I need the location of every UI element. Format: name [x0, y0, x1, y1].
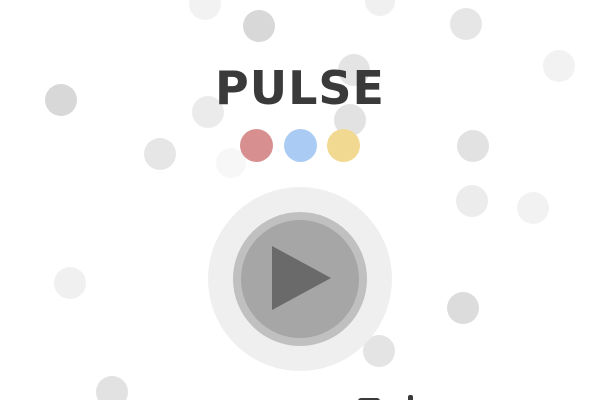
play-icon[interactable]	[270, 244, 332, 312]
game-title: PULSE	[215, 61, 385, 115]
color-option-red[interactable]	[240, 129, 273, 162]
background-dot	[189, 0, 221, 20]
background-dot	[447, 292, 479, 324]
background-dot	[517, 192, 549, 224]
color-option-blue[interactable]	[284, 129, 317, 162]
background-dot	[365, 0, 395, 16]
background-dot	[457, 130, 489, 162]
background-dot	[144, 138, 176, 170]
background-dot	[96, 376, 128, 400]
play-icon-triangle[interactable]	[272, 246, 331, 310]
background-dot	[54, 267, 86, 299]
partially-visible-text-fragment	[358, 395, 413, 400]
game-screen: PULSE	[0, 0, 600, 400]
background-dot	[243, 10, 275, 42]
background-dot	[450, 8, 482, 40]
color-option-yellow[interactable]	[327, 129, 360, 162]
background-dot	[456, 185, 488, 217]
